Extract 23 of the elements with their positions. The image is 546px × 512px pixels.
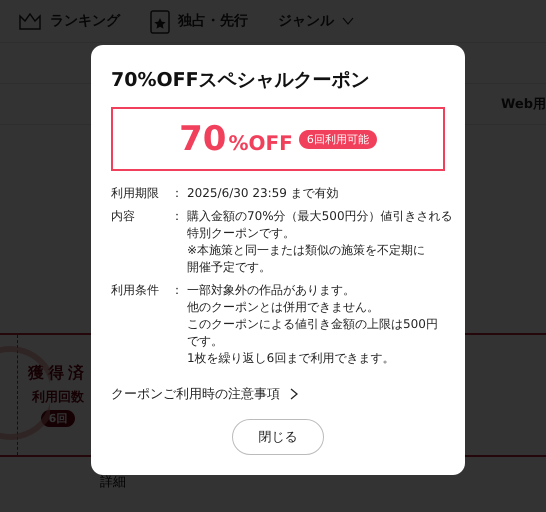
term-text: 購入金額の70%分（最大500円分）値引きされる	[187, 208, 453, 225]
usage-badge: 6回利用可能	[298, 130, 377, 148]
term-text: 1枚を繰り返し6回まで利用できます。	[187, 350, 396, 367]
term-text: ※本施策と同一または類似の施策を不定期に	[187, 242, 426, 259]
term-label: 利用条件	[111, 282, 160, 299]
term-label: 利用期限	[111, 185, 160, 202]
term-text: 一部対象外の作品があります。	[187, 282, 356, 299]
term-text: です。	[187, 333, 224, 350]
discount-amount: 70	[179, 122, 226, 156]
term-text: 開催予定です。	[187, 259, 272, 276]
term-text: 特別クーポンです。	[187, 225, 296, 242]
discount-unit: %OFF	[228, 131, 293, 155]
term-text: このクーポンによる値引き金額の上限は500円	[187, 316, 439, 333]
dialog-title: 70%OFFスペシャルクーポン	[111, 68, 371, 93]
term-text: 他のクーポンとは併用できません。	[187, 299, 380, 316]
colon: ：	[171, 282, 184, 299]
colon: ：	[171, 185, 184, 202]
close-button[interactable]: 閉じる	[232, 419, 324, 455]
notes-link[interactable]: クーポンご利用時の注意事項	[111, 385, 445, 403]
term-text: 2025/6/30 23:59 まで有効	[187, 185, 340, 202]
chevron-right-icon	[290, 388, 298, 400]
term-label: 内容	[111, 208, 136, 225]
colon: ：	[171, 208, 184, 225]
